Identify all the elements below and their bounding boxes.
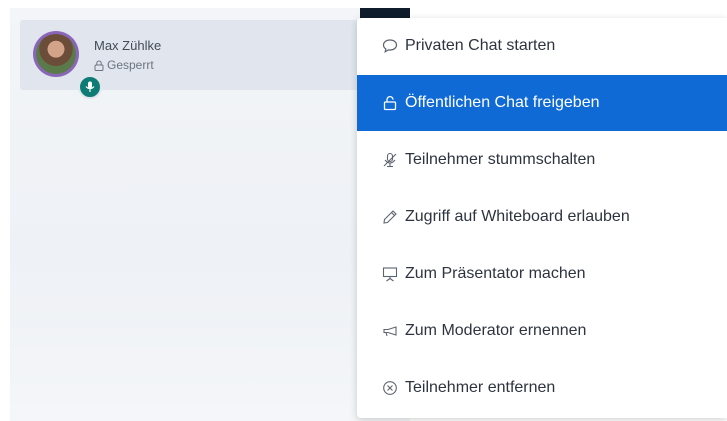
menu-item-allow-whiteboard-access[interactable]: Zugriff auf Whiteboard erlauben (357, 189, 727, 245)
menu-item-label: Zum Präsentator machen (405, 265, 586, 282)
user-options-menu: Privaten Chat starten Öffentlichen Chat … (357, 18, 727, 418)
avatar-photo (36, 34, 76, 74)
menu-item-label: Teilnehmer stummschalten (405, 151, 596, 168)
menu-item-unlock-public-chat[interactable]: Öffentlichen Chat freigeben (357, 75, 727, 131)
remove-circle-icon (381, 379, 399, 397)
user-name: Max Zühlke (94, 38, 162, 53)
menu-item-remove-participant[interactable]: Teilnehmer entfernen (357, 360, 727, 416)
microphone-muted-icon (381, 151, 399, 169)
stage: Max Zühlke Gesperrt Privaten Chat starte… (0, 0, 727, 421)
user-list-item[interactable]: Max Zühlke Gesperrt (20, 20, 365, 99)
chat-bubble-icon (381, 37, 399, 55)
menu-item-label: Zum Moderator ernennen (405, 322, 587, 339)
pencil-icon (381, 208, 399, 226)
microphone-icon (78, 75, 102, 99)
menu-item-make-presenter[interactable]: Zum Präsentator machen (357, 246, 727, 302)
menu-item-label: Öffentlichen Chat freigeben (405, 94, 600, 111)
user-status-label: Gesperrt (107, 58, 154, 72)
menu-item-label: Privaten Chat starten (405, 37, 556, 54)
lock-icon (94, 60, 104, 71)
menu-item-make-moderator[interactable]: Zum Moderator ernennen (357, 303, 727, 359)
menu-item-start-private-chat[interactable]: Privaten Chat starten (357, 18, 727, 74)
presentation-icon (381, 265, 399, 283)
menu-item-label: Zugriff auf Whiteboard erlauben (405, 208, 630, 225)
unlock-icon (381, 94, 399, 112)
avatar (33, 31, 102, 99)
megaphone-icon (381, 322, 399, 340)
menu-item-label: Teilnehmer entfernen (405, 379, 556, 396)
menu-item-mute-participant[interactable]: Teilnehmer stummschalten (357, 132, 727, 188)
user-status: Gesperrt (94, 58, 154, 72)
